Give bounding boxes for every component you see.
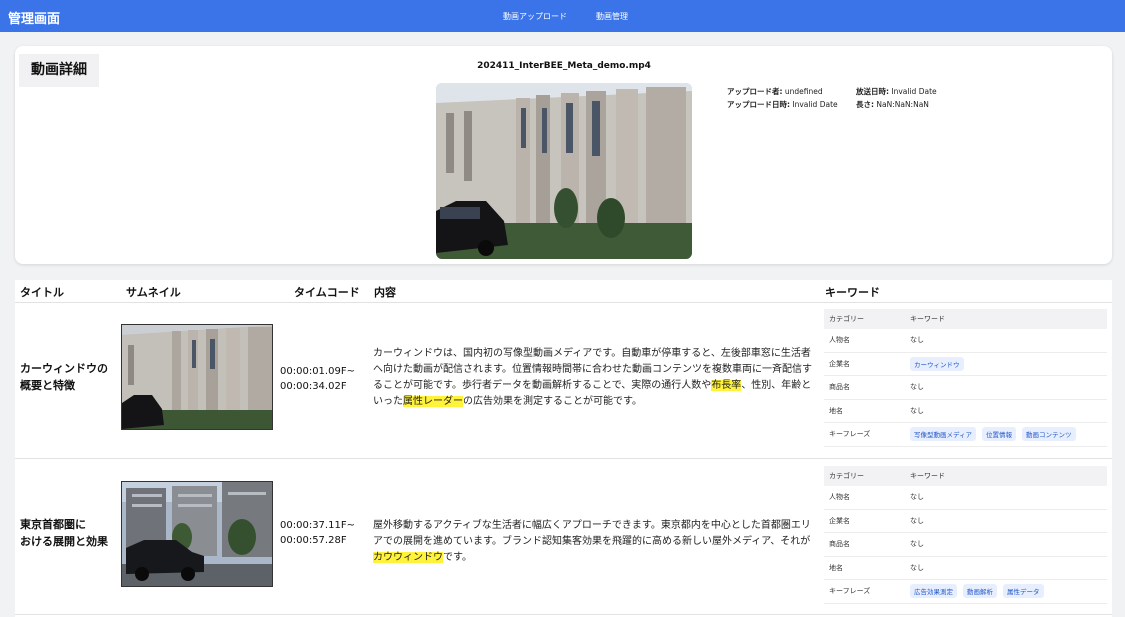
keyword-table: カテゴリー キーワード 人物名 なし 企業名 なし 商品名 なし 地名 なし キ… (824, 466, 1107, 604)
content-text: です。 (443, 552, 472, 563)
keyword-chip[interactable]: カーウィンドウ (910, 356, 964, 371)
keyword-chip[interactable]: 位置情報 (982, 427, 1017, 442)
upload-date-value: Invalid Date (792, 100, 838, 109)
keyword-row: キーフレーズ 写像型動画メディア 位置情報 動画コンテンツ (824, 423, 1107, 447)
scene-content: カーウィンドウは、国内初の写像型動画メディアです。自動車が停車すると、左後部車窓… (373, 346, 815, 410)
thumbnail-image (122, 325, 272, 429)
keyword-row: 商品名 なし (824, 376, 1107, 400)
keyword-header-category: カテゴリー (829, 472, 864, 480)
keyword-category: 企業名 (829, 516, 850, 525)
timecode-end: 00:00:57.28F (280, 535, 347, 546)
scene-thumbnail[interactable] (121, 481, 273, 587)
broadcast-meta: 放送日時: Invalid Date (856, 86, 937, 97)
scene-title-line: 概要と特徴 (20, 379, 75, 392)
scene-timecode: 00:00:37.11F~ 00:00:57.28F (280, 518, 355, 548)
content-text: の広告効果を測定することが可能です。 (463, 396, 642, 407)
keyword-category: 人物名 (829, 493, 850, 502)
keyword-row: 地名 なし (824, 557, 1107, 580)
timecode-start: 00:00:01.09F~ (280, 366, 355, 377)
keyword-table: カテゴリー キーワード 人物名 なし 企業名 カーウィンドウ 商品名 なし 地名… (824, 309, 1107, 447)
keyword-category: キーフレーズ (829, 587, 871, 596)
content-text: 屋外移動するアクティブな生活者に幅広くアプローチできます。東京都内を中心とした首… (373, 520, 811, 547)
keyword-row: 人物名 なし (824, 329, 1107, 353)
keyword-value: なし (910, 383, 924, 392)
keyword-row: 企業名 カーウィンドウ (824, 353, 1107, 376)
keyword-value: なし (910, 540, 924, 549)
video-file-name: 202411_InterBEE_Meta_demo.mp4 (477, 61, 651, 71)
keyword-category: キーフレーズ (829, 430, 871, 439)
column-header-thumbnail: サムネイル (126, 286, 181, 299)
keyword-category: 商品名 (829, 540, 850, 549)
keyword-value: なし (910, 516, 924, 525)
broadcast-label: 放送日時: (856, 87, 889, 96)
row-divider (15, 458, 1112, 459)
keyword-row: 企業名 なし (824, 510, 1107, 533)
scene-title-line: 東京首都圏に (20, 518, 86, 531)
uploader-value: undefined (784, 87, 823, 96)
keyword-category: 商品名 (829, 383, 850, 392)
scene-timecode: 00:00:01.09F~ 00:00:34.02F (280, 364, 355, 394)
scene-title-line: おける展開と効果 (20, 535, 108, 548)
keyword-value: なし (910, 493, 924, 502)
timecode-end: 00:00:34.02F (280, 381, 347, 392)
video-player[interactable] (436, 83, 692, 259)
keyword-chip[interactable]: 属性データ (1003, 584, 1044, 599)
length-label: 長さ: (856, 100, 874, 109)
header-divider (15, 302, 1112, 303)
highlighted-term: 属性レーダー (403, 396, 463, 407)
section-title: 動画詳細 (19, 54, 99, 87)
scene-title-line: カーウィンドウの (20, 362, 108, 375)
keyword-chip[interactable]: 動画解析 (963, 584, 997, 599)
keyword-row: キーフレーズ 広告効果測定 動画解析 属性データ (824, 580, 1107, 604)
app-brand[interactable]: 管理画面 (8, 8, 60, 27)
highlighted-term: 布長率 (711, 380, 742, 391)
keyword-chip[interactable]: 写像型動画メディア (910, 427, 977, 442)
top-navigation-bar: 管理画面 動画アップロード 動画管理 (0, 0, 1125, 32)
keyword-header-keyword: キーワード (910, 315, 945, 323)
column-header-keywords: キーワード (825, 286, 880, 299)
nav-video-upload[interactable]: 動画アップロード (503, 11, 567, 22)
uploader-meta: アップロード者: undefined (727, 86, 823, 97)
scene-thumbnail[interactable] (121, 324, 273, 430)
upload-date-meta: アップロード日時: Invalid Date (727, 99, 838, 110)
keyword-row: 人物名 なし (824, 486, 1107, 510)
keyword-category: 地名 (829, 406, 843, 415)
scene-title: 東京首都圏に おける展開と効果 (20, 516, 110, 550)
broadcast-value: Invalid Date (891, 87, 937, 96)
keyword-value: なし (910, 406, 924, 415)
keyword-table-header: カテゴリー キーワード (824, 309, 1107, 329)
upload-date-label: アップロード日時: (727, 100, 790, 109)
nav-video-management[interactable]: 動画管理 (596, 11, 628, 22)
keyword-chip[interactable]: 動画コンテンツ (1022, 427, 1076, 442)
keyword-value: なし (910, 336, 924, 345)
keyword-value: なし (910, 563, 924, 572)
column-header-content: 内容 (374, 286, 396, 299)
column-header-timecode: タイムコード (294, 286, 360, 299)
keyword-row: 商品名 なし (824, 533, 1107, 557)
keyword-chip[interactable]: 広告効果測定 (910, 584, 957, 599)
timecode-start: 00:00:37.11F~ (280, 520, 355, 531)
uploader-label: アップロード者: (727, 87, 783, 96)
keyword-category: 企業名 (829, 359, 850, 368)
column-header-title: タイトル (20, 286, 64, 299)
length-meta: 長さ: NaN:NaN:NaN (856, 99, 929, 110)
video-frame-image (436, 83, 692, 259)
keyword-row: 地名 なし (824, 400, 1107, 423)
keyword-category: 人物名 (829, 336, 850, 345)
row-divider (15, 614, 1112, 615)
scene-content: 屋外移動するアクティブな生活者に幅広くアプローチできます。東京都内を中心とした首… (373, 518, 815, 566)
scene-list-table: タイトル サムネイル タイムコード 内容 キーワード カーウィンドウの 概要と特… (15, 280, 1112, 617)
video-detail-card: 動画詳細 202411_InterBEE_Meta_demo.mp4 アップロー… (15, 46, 1112, 264)
scene-title: カーウィンドウの 概要と特徴 (20, 360, 110, 394)
keyword-header-keyword: キーワード (910, 472, 945, 480)
highlighted-term: カウウィンドウ (373, 552, 443, 563)
keyword-category: 地名 (829, 563, 843, 572)
keyword-header-category: カテゴリー (829, 315, 864, 323)
keyword-table-header: カテゴリー キーワード (824, 466, 1107, 486)
thumbnail-image (122, 482, 272, 586)
length-value: NaN:NaN:NaN (876, 100, 929, 109)
